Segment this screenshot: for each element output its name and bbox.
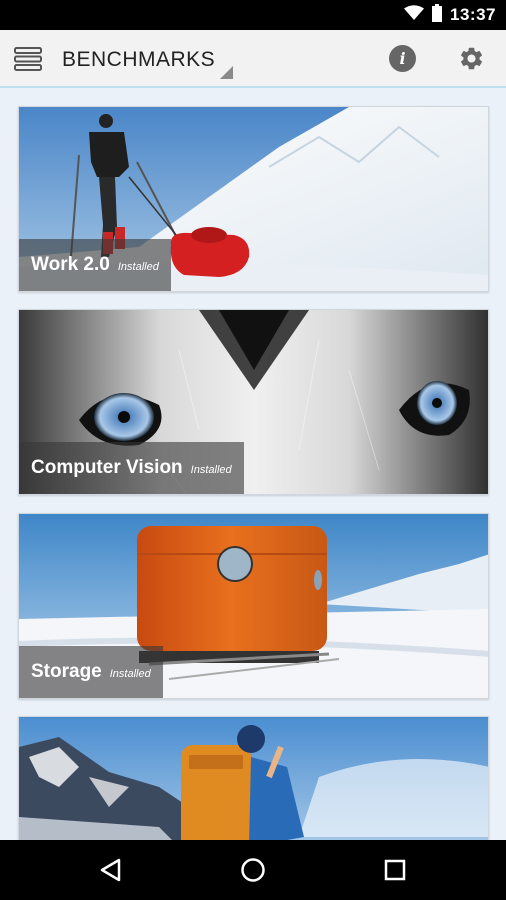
benchmark-card-storage[interactable]: Storage Installed [18, 513, 489, 699]
card-title: Computer Vision [31, 457, 183, 478]
settings-button[interactable] [458, 45, 485, 72]
card-label: Computer Vision Installed [19, 442, 244, 494]
status-badge: Installed [109, 668, 151, 680]
menu-button[interactable] [14, 46, 42, 72]
info-button[interactable]: i [389, 45, 416, 72]
back-button[interactable] [98, 857, 124, 883]
navigation-bar [0, 840, 506, 900]
card-title: Storage [31, 661, 102, 682]
page-title: BENCHMARKS [62, 48, 216, 71]
benchmark-card-battery[interactable] [18, 716, 489, 840]
card-label: Storage Installed [19, 646, 163, 698]
recents-button[interactable] [382, 857, 408, 883]
info-icon: i [399, 49, 406, 68]
benchmarks-dropdown[interactable]: BENCHMARKS [62, 30, 238, 88]
dropdown-triangle-icon [220, 66, 233, 79]
battery-icon [432, 3, 443, 27]
benchmark-card-work[interactable]: Work 2.0 Installed [18, 106, 489, 292]
card-label: Work 2.0 Installed [19, 239, 171, 291]
back-triangle-icon [100, 858, 121, 882]
home-circle-icon [241, 858, 265, 882]
status-bar: 13:37 [0, 0, 506, 30]
gear-icon [460, 47, 483, 70]
battery-card-image [19, 717, 488, 840]
clock: 13:37 [450, 5, 496, 24]
wifi-icon [404, 4, 425, 26]
menu-icon [14, 47, 42, 71]
status-badge: Installed [190, 464, 232, 476]
status-badge: Installed [117, 261, 159, 273]
card-title: Work 2.0 [31, 254, 110, 275]
home-button[interactable] [240, 857, 266, 883]
app-bar: BENCHMARKS i [0, 30, 506, 88]
recents-square-icon [384, 859, 406, 881]
benchmark-card-computer-vision[interactable]: Computer Vision Installed [18, 309, 489, 495]
benchmark-list: Work 2.0 Installed Computer Vision Insta… [0, 88, 506, 840]
